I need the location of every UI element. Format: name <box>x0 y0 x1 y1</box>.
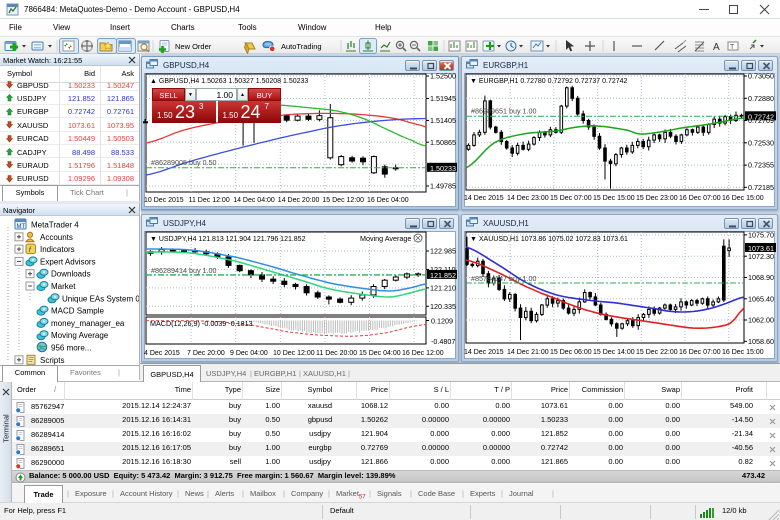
svg-text:1073.61: 1073.61 <box>748 244 774 253</box>
svg-text:1.50233: 1.50233 <box>430 164 456 173</box>
svg-text:11 Dec 12:00: 11 Dec 12:00 <box>189 197 230 204</box>
svg-text:15 Dec 06:00: 15 Dec 06:00 <box>550 349 592 356</box>
svg-text:16 Dec 07:00: 16 Dec 07:00 <box>679 195 721 202</box>
svg-text:▼ XAUUSD,H1 1073.86 1075.02 10: ▼ XAUUSD,H1 1073.86 1075.02 1072.83 1073… <box>470 236 628 243</box>
svg-text:1062.00: 1062.00 <box>748 316 774 325</box>
svg-text:14 Dec 21:00: 14 Dec 21:00 <box>507 349 549 356</box>
svg-text:1.52500: 1.52500 <box>430 72 456 81</box>
svg-text:7 Dec 20:00: 7 Dec 20:00 <box>187 350 225 357</box>
svg-text:1068.90: 1068.90 <box>748 273 774 282</box>
svg-text:1.49785: 1.49785 <box>430 182 456 191</box>
svg-text:15 Dec 23:00: 15 Dec 23:00 <box>636 195 678 202</box>
svg-text:#86289005 buy 0.50: #86289005 buy 0.50 <box>151 158 217 167</box>
svg-text:MetaTrader 4: MetaTrader 4 <box>31 221 79 230</box>
svg-text:15 Dec 15:00: 15 Dec 15:00 <box>593 195 635 202</box>
svg-text:T: T <box>730 44 735 51</box>
svg-text:#86289651 buy 1.00: #86289651 buy 1.00 <box>471 106 537 115</box>
svg-text:0.72355: 0.72355 <box>748 161 774 170</box>
svg-text:11 Dec 20:00: 11 Dec 20:00 <box>316 350 357 357</box>
svg-text:16 Dec 15:00: 16 Dec 15:00 <box>722 349 764 356</box>
svg-text:956 more...: 956 more... <box>51 344 91 353</box>
svg-text:14 Dec 23:00: 14 Dec 23:00 <box>507 195 549 202</box>
svg-text:14 Dec 2015: 14 Dec 2015 <box>464 195 504 202</box>
svg-text:MACD(12,26,9) -0.0039 -0.1813: MACD(12,26,9) -0.0039 -0.1813 <box>150 319 253 328</box>
svg-text:1075.70: 1075.70 <box>748 231 774 240</box>
svg-text:#86289414 buy 1.00: #86289414 buy 1.00 <box>151 266 217 275</box>
svg-text:Market: Market <box>51 282 76 291</box>
svg-text:A: A <box>713 42 720 53</box>
svg-text:MACD Sample: MACD Sample <box>51 307 104 316</box>
svg-text:14 Dec 20:00: 14 Dec 20:00 <box>278 197 320 204</box>
svg-text:Moving Average: Moving Average <box>51 331 109 340</box>
svg-text:Downloads: Downloads <box>51 270 91 279</box>
svg-text:Expert Advisors: Expert Advisors <box>40 257 96 266</box>
svg-text:4 Dec 2015: 4 Dec 2015 <box>144 350 180 357</box>
svg-text:0.72185: 0.72185 <box>748 183 774 192</box>
svg-text:#85784147 buy 1.00: #85784147 buy 1.00 <box>471 274 537 283</box>
svg-text:121.210: 121.210 <box>430 284 456 293</box>
svg-text:money_manager_ea: money_manager_ea <box>51 319 125 328</box>
svg-text:1.51945: 1.51945 <box>430 94 456 103</box>
svg-text:10 Dec 2015: 10 Dec 2015 <box>144 197 184 204</box>
svg-text:14 Dec 2015: 14 Dec 2015 <box>464 349 504 356</box>
svg-text:0.73050: 0.73050 <box>748 72 774 81</box>
svg-text:9 Dec 04:00: 9 Dec 04:00 <box>230 350 268 357</box>
svg-text:New Order: New Order <box>175 42 212 51</box>
svg-text:▼ EURGBP,H1 0.72780 0.72792 0.: ▼ EURGBP,H1 0.72780 0.72792 0.72737 0.72… <box>470 78 628 85</box>
svg-text:10 Dec 12:00: 10 Dec 12:00 <box>273 350 315 357</box>
svg-text:▲ GBPUSD,H4 1.50263 1.50327 1.: ▲ GBPUSD,H4 1.50263 1.50327 1.50208 1.50… <box>150 78 308 85</box>
svg-text:▼ USDJPY,H4 121.813 121.904 12: ▼ USDJPY,H4 121.813 121.904 121.796 121.… <box>150 236 306 243</box>
svg-text:1.51405: 1.51405 <box>430 116 456 125</box>
svg-text:Accounts: Accounts <box>40 233 73 242</box>
svg-text:Indicators: Indicators <box>40 245 75 254</box>
svg-text:0.72530: 0.72530 <box>748 138 774 147</box>
svg-text:0.72742: 0.72742 <box>748 112 774 121</box>
svg-text:15 Dec 14:00: 15 Dec 14:00 <box>593 349 635 356</box>
svg-text:Unique EAs System 05: Unique EAs System 05 <box>62 294 139 303</box>
svg-text:1065.40: 1065.40 <box>748 294 774 303</box>
svg-text:Moving Average: Moving Average <box>360 234 411 243</box>
svg-text:-0.4807: -0.4807 <box>431 337 455 346</box>
svg-text:16 Dec 04:00: 16 Dec 04:00 <box>367 197 409 204</box>
svg-text:121.852: 121.852 <box>430 271 456 280</box>
svg-text:AutoTrading: AutoTrading <box>281 42 322 51</box>
svg-text:14 Dec 04:00: 14 Dec 04:00 <box>233 197 275 204</box>
svg-text:15 Dec 12:00: 15 Dec 12:00 <box>322 197 364 204</box>
svg-text:15 Dec 04:00: 15 Dec 04:00 <box>359 350 401 357</box>
svg-text:1058.60: 1058.60 <box>748 337 774 346</box>
svg-text:15 Dec 07:00: 15 Dec 07:00 <box>550 195 592 202</box>
svg-text:15 Dec 22:00: 15 Dec 22:00 <box>636 349 678 356</box>
svg-text:1072.30: 1072.30 <box>748 252 774 261</box>
svg-text:16 Dec 07:00: 16 Dec 07:00 <box>679 349 721 356</box>
svg-text:122.985: 122.985 <box>430 247 456 256</box>
svg-text:Scripts: Scripts <box>40 356 64 365</box>
svg-text:0.72880: 0.72880 <box>748 94 774 103</box>
svg-text:120.335: 120.335 <box>430 302 456 311</box>
svg-text:16 Dec 12:00: 16 Dec 12:00 <box>402 350 444 357</box>
svg-text:16 Dec 15:00: 16 Dec 15:00 <box>722 195 764 202</box>
svg-text:MT: MT <box>17 224 26 230</box>
svg-text:0.1209: 0.1209 <box>431 317 453 326</box>
svg-text:1.50865: 1.50865 <box>430 138 456 147</box>
